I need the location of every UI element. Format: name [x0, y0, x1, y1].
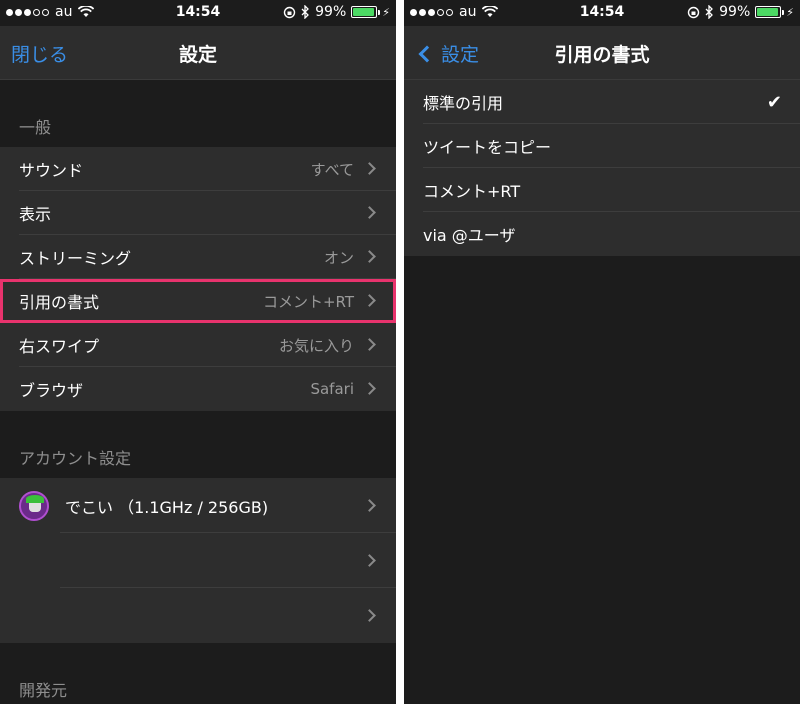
- row-value: お気に入り: [278, 336, 354, 355]
- charging-icon: ⚡: [786, 5, 794, 19]
- account-row[interactable]: [0, 533, 396, 588]
- account-row[interactable]: [0, 588, 396, 643]
- row-label: 右スワイプ: [19, 337, 100, 356]
- option-label: コメント+RT: [423, 182, 521, 201]
- battery-icon: [351, 6, 381, 18]
- settings-row-right-swipe[interactable]: 右スワイプ お気に入り: [0, 323, 396, 367]
- settings-row-sound[interactable]: サウンド すべて: [0, 147, 396, 191]
- settings-row-streaming[interactable]: ストリーミング オン: [0, 235, 396, 279]
- option-standard-quote[interactable]: 標準の引用 ✔: [404, 80, 800, 124]
- account-row[interactable]: でこい （1.1GHz / 256GB): [0, 478, 396, 533]
- section-header-general: 一般: [0, 80, 396, 147]
- chevron-right-icon: [363, 162, 376, 175]
- settings-screen: au 14:54 99% ⚡ 閉じる 設定 一般 サウンド すべて 表示 ストリ…: [0, 0, 396, 704]
- row-value: Safari: [310, 380, 354, 398]
- option-copy-tweet[interactable]: ツイートをコピー: [404, 124, 800, 168]
- chevron-right-icon: [363, 382, 376, 395]
- settings-list: 一般 サウンド すべて 表示 ストリーミング オン 引用の書式 コメント+RT …: [0, 80, 396, 704]
- row-value: すべて: [310, 160, 354, 179]
- page-title: 引用の書式: [554, 44, 650, 66]
- chevron-right-icon: [363, 609, 376, 622]
- chevron-right-icon: [363, 250, 376, 263]
- battery-percent: 99%: [315, 4, 347, 20]
- battery-percent: 99%: [719, 4, 751, 20]
- account-name: でこい （1.1GHz / 256GB): [65, 497, 269, 517]
- settings-row-browser[interactable]: ブラウザ Safari: [0, 367, 396, 411]
- chevron-right-icon: [363, 338, 376, 351]
- bluetooth-icon: [301, 5, 310, 19]
- row-label: ブラウザ: [19, 381, 84, 400]
- row-label: ストリーミング: [19, 249, 132, 268]
- row-value: コメント+RT: [262, 292, 354, 311]
- settings-row-quote-format[interactable]: 引用の書式 コメント+RT: [0, 279, 396, 323]
- rotation-lock-icon: [687, 6, 700, 18]
- navigation-bar: 設定 引用の書式: [404, 26, 800, 80]
- checkmark-icon: ✔: [766, 91, 782, 113]
- row-value: オン: [323, 248, 354, 267]
- quote-format-options: 標準の引用 ✔ ツイートをコピー コメント+RT via @ユーザ: [404, 80, 800, 704]
- section-header-accounts: アカウント設定: [0, 411, 396, 478]
- status-bar: au 14:54 99% ⚡: [404, 0, 800, 26]
- status-bar: au 14:54 99% ⚡: [0, 0, 396, 26]
- option-label: 標準の引用: [423, 94, 504, 113]
- rotation-lock-icon: [283, 6, 296, 18]
- charging-icon: ⚡: [382, 5, 390, 19]
- navigation-bar: 閉じる 設定: [0, 26, 396, 80]
- option-label: via @ユーザ: [423, 226, 516, 245]
- row-label: 表示: [19, 205, 52, 224]
- section-header-developer: 開発元: [0, 643, 396, 704]
- quote-format-screen: au 14:54 99% ⚡ 設定 引用の書式 標準の引用 ✔ ツイートをコピー: [404, 0, 800, 704]
- bluetooth-icon: [705, 5, 714, 19]
- option-label: ツイートをコピー: [423, 138, 552, 157]
- chevron-right-icon: [363, 294, 376, 307]
- battery-icon: [755, 6, 785, 18]
- row-label: 引用の書式: [19, 293, 100, 312]
- settings-row-display[interactable]: 表示: [0, 191, 396, 235]
- avatar: [19, 490, 49, 521]
- chevron-right-icon: [363, 206, 376, 219]
- chevron-right-icon: [363, 499, 376, 512]
- option-comment-rt[interactable]: コメント+RT: [404, 168, 800, 212]
- chevron-right-icon: [363, 554, 376, 567]
- row-label: サウンド: [19, 161, 84, 180]
- page-title: 設定: [178, 44, 217, 66]
- option-via-user[interactable]: via @ユーザ: [404, 212, 800, 256]
